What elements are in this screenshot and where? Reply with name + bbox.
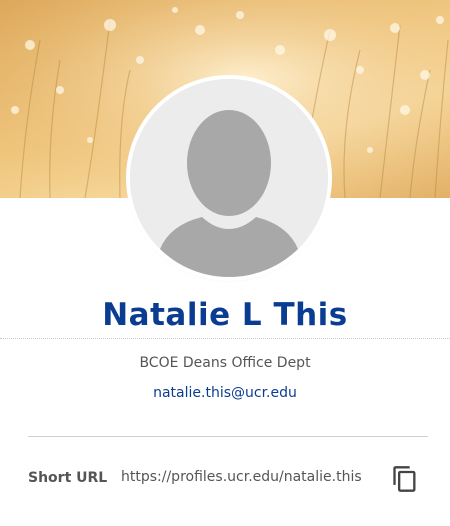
short-url-label: Short URL — [28, 470, 108, 486]
email-link[interactable]: natalie.this@ucr.edu — [0, 383, 450, 403]
copy-icon — [393, 466, 416, 492]
avatar — [130, 79, 328, 277]
profile-card: Natalie L This BCOE Deans Office Dept na… — [0, 0, 450, 526]
copy-url-button[interactable] — [391, 465, 419, 493]
person-silhouette-icon — [130, 79, 328, 277]
short-url-value: https://profiles.ucr.edu/natalie.this — [121, 469, 362, 485]
name-divider — [0, 338, 450, 339]
section-divider — [28, 436, 428, 437]
profile-name: Natalie L This — [102, 297, 348, 333]
department-text: BCOE Deans Office Dept — [139, 355, 311, 371]
